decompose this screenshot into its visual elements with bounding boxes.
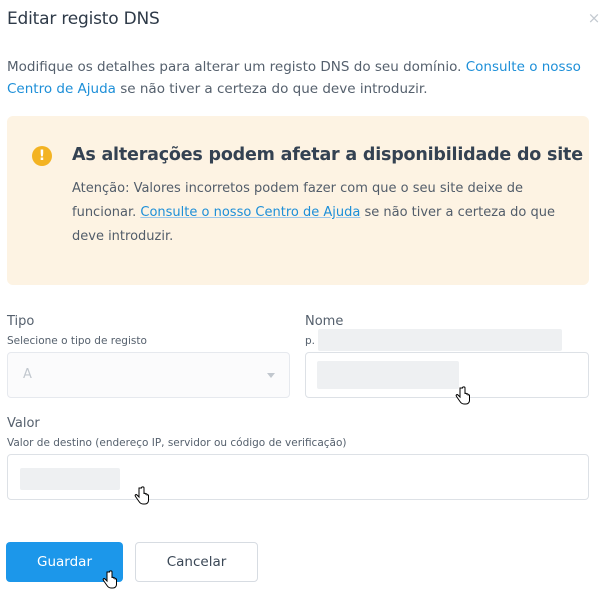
cancel-button[interactable]: Cancelar xyxy=(135,542,258,582)
hand-cursor-icon xyxy=(102,570,117,589)
tipo-help: Selecione o tipo de registo xyxy=(7,335,147,347)
edit-dns-record-dialog: Editar registo DNS × Modifique os detalh… xyxy=(0,0,604,607)
nome-value-redacted xyxy=(317,361,459,389)
nome-input[interactable] xyxy=(305,352,589,398)
valor-value-redacted xyxy=(20,468,120,490)
intro-text: Modifique os detalhes para alterar um re… xyxy=(7,56,597,100)
close-icon[interactable]: × xyxy=(586,10,602,26)
valor-help: Valor de destino (endereço IP, servidor … xyxy=(7,437,347,449)
dialog-title: Editar registo DNS xyxy=(7,9,160,29)
nome-label: Nome xyxy=(305,314,344,329)
tipo-label: Tipo xyxy=(7,314,35,329)
hand-cursor-icon xyxy=(134,486,149,505)
valor-label: Valor xyxy=(7,416,40,431)
warning-help-center-link[interactable]: Consulte o nosso Centro de Ajuda xyxy=(140,205,360,220)
footer-divider xyxy=(0,518,604,519)
warning-box: ! As alterações podem afetar a disponibi… xyxy=(7,116,589,285)
tipo-select-value: A xyxy=(23,367,32,382)
warning-title: As alterações podem afetar a disponibili… xyxy=(72,145,583,165)
hand-cursor-icon xyxy=(455,386,470,405)
intro-text-suffix: se não tiver a certeza do que deve intro… xyxy=(115,81,428,97)
exclamation-icon: ! xyxy=(32,146,52,166)
tipo-select[interactable]: A xyxy=(7,352,290,398)
intro-text-main: Modifique os detalhes para alterar um re… xyxy=(7,59,466,75)
chevron-down-icon xyxy=(267,373,275,378)
valor-input[interactable] xyxy=(7,454,589,500)
nome-help: p. xyxy=(305,335,316,347)
warning-body: Atenção: Valores incorretos podem fazer … xyxy=(72,177,567,249)
nome-help-redacted xyxy=(318,329,562,351)
